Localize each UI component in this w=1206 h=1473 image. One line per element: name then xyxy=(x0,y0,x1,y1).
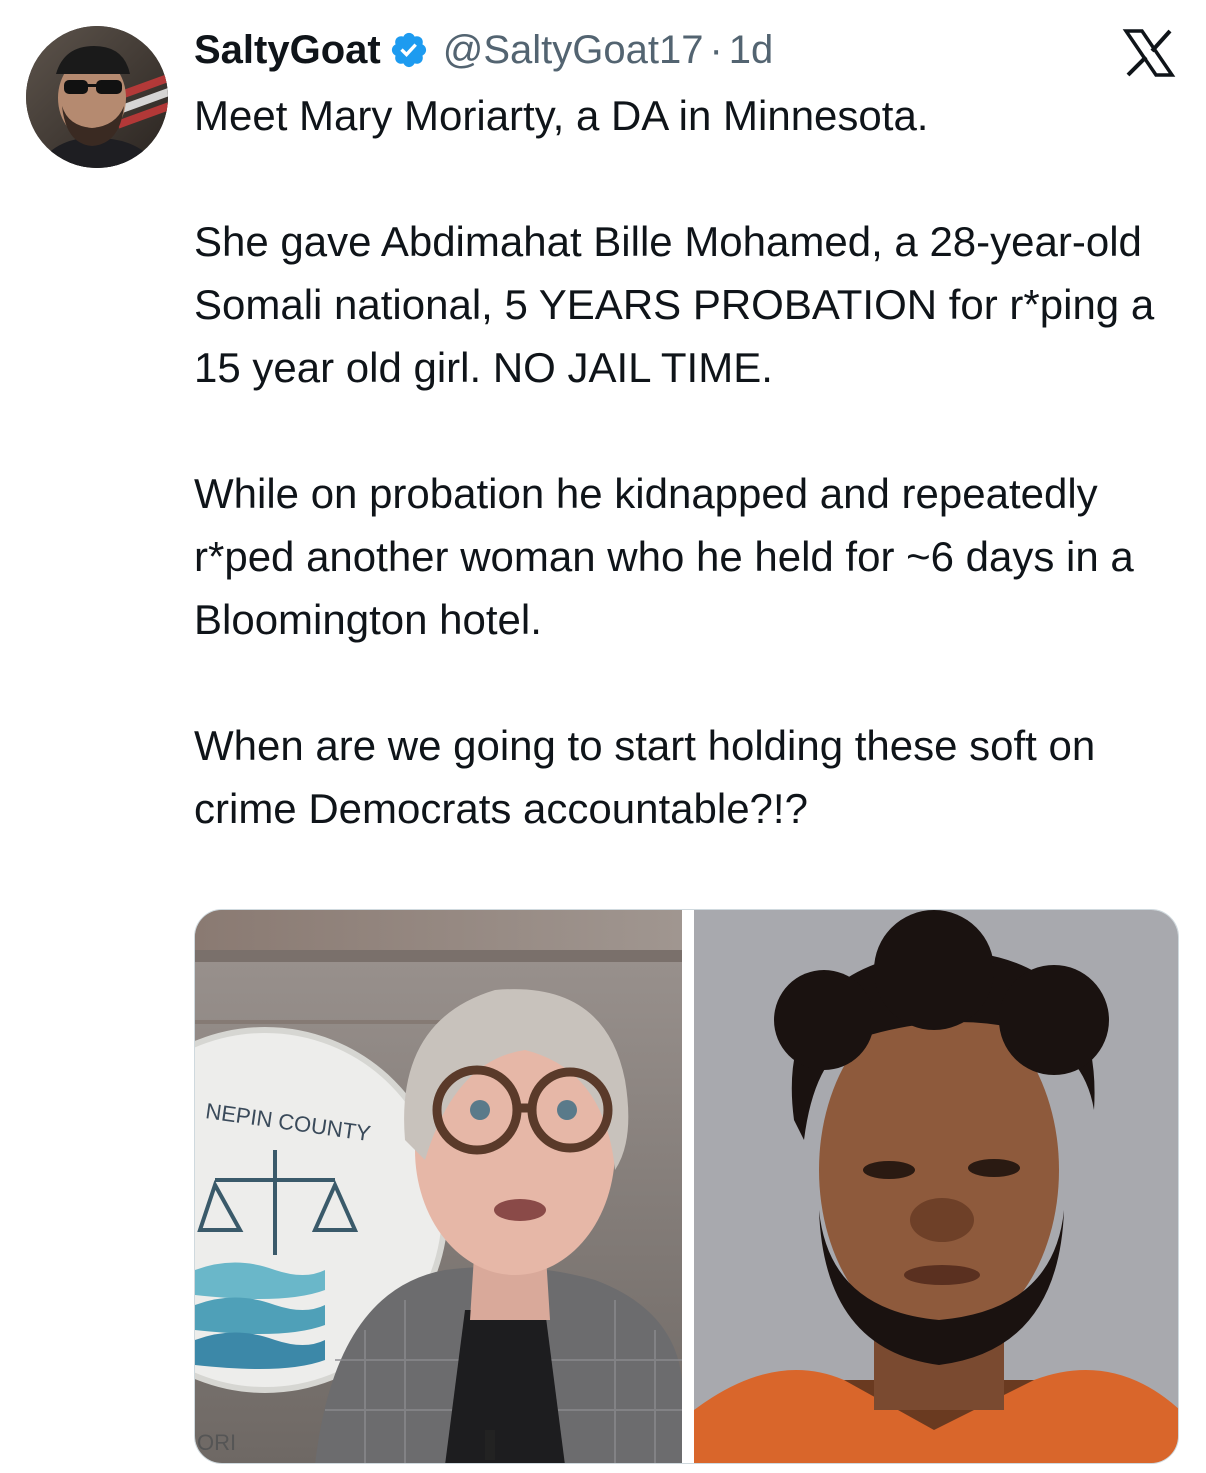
display-name[interactable]: SaltyGoat xyxy=(194,28,381,73)
timestamp[interactable]: 1d xyxy=(729,28,774,73)
user-handle[interactable]: @SaltyGoat17 xyxy=(443,28,704,73)
tweet-paragraph-4: When are we going to start holding these… xyxy=(194,722,1096,832)
verified-badge-icon xyxy=(389,30,429,70)
x-logo-icon xyxy=(1122,28,1176,78)
tweet-paragraph-3: While on probation he kidnapped and repe… xyxy=(194,470,1134,643)
separator-dot: · xyxy=(709,27,723,72)
tweet-header: SaltyGoat @SaltyGoat17 · 1d xyxy=(194,22,773,78)
media-image-right[interactable] xyxy=(694,910,1178,1463)
tweet-paragraph-1: Meet Mary Moriarty, a DA in Minnesota. xyxy=(194,92,929,139)
seal-text-bottom: ORI xyxy=(197,1430,236,1455)
tweet-text: Meet Mary Moriarty, a DA in Minnesota. S… xyxy=(194,84,1184,840)
mugshot-photo-icon xyxy=(694,910,1178,1463)
tweet-paragraph-2: She gave Abdimahat Bille Mohamed, a 28-y… xyxy=(194,218,1155,391)
tweet-media[interactable]: NEPIN COUNTY ORI xyxy=(194,909,1179,1464)
profile-photo-icon xyxy=(26,26,168,168)
avatar[interactable] xyxy=(26,26,168,168)
portrait-photo-icon: NEPIN COUNTY ORI xyxy=(195,910,682,1463)
media-image-left[interactable]: NEPIN COUNTY ORI xyxy=(195,910,682,1463)
tweet-card: SaltyGoat @SaltyGoat17 · 1d Meet Mary Mo… xyxy=(0,0,1206,1473)
